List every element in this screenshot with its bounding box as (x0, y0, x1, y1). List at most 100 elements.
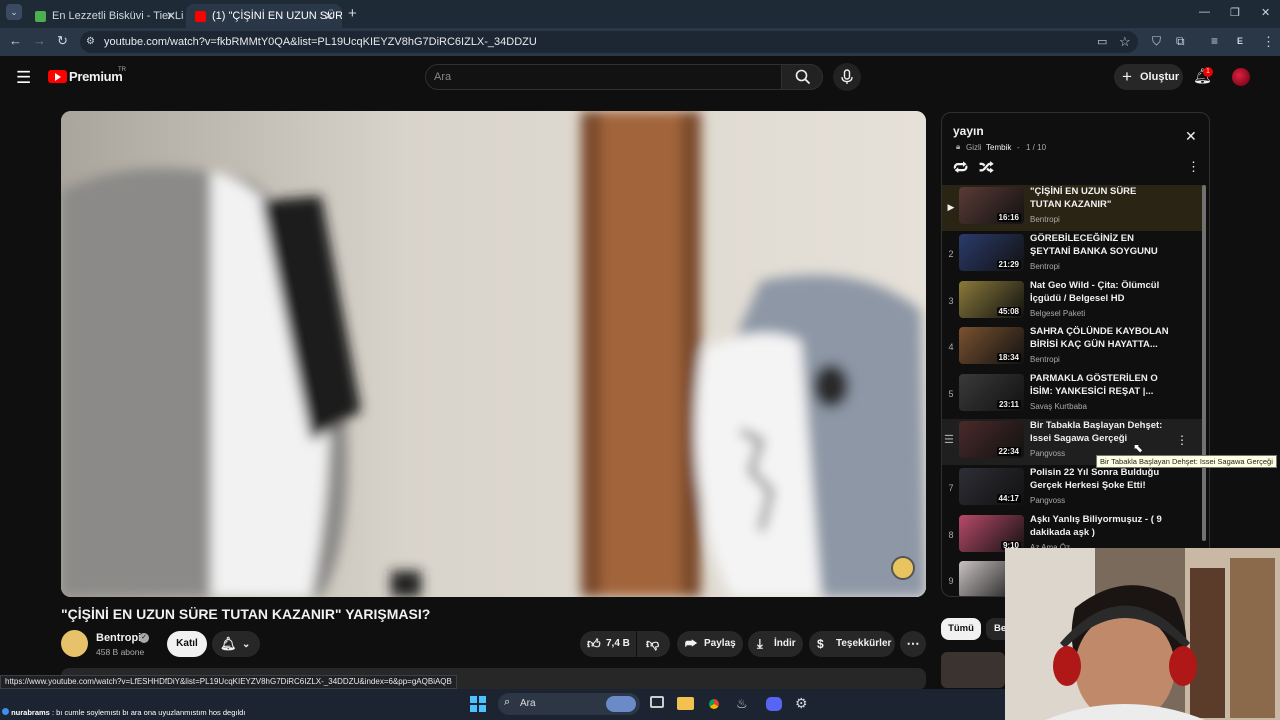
thumbs-down-icon: 👎︎ (646, 636, 660, 651)
create-button[interactable]: + Oluştur (1114, 64, 1183, 90)
playlist-item-title[interactable]: Nat Geo Wild - Çita: Ölümcül İçgüdü / Be… (1030, 279, 1170, 305)
playlist-item-title[interactable]: SAHRA ÇÖLÜNDE KAYBOLAN BİRİSİ KAÇ GÜN HA… (1030, 325, 1170, 351)
playlist-item-thumbnail[interactable]: 21:29 (959, 233, 1024, 271)
playlist-item-title[interactable]: Polisin 22 Yıl Sonra Bulduğu Gerçek Herk… (1030, 466, 1170, 492)
shield-extension-icon[interactable]: ⛉ (1152, 34, 1161, 49)
playlist-owner[interactable]: Tembik (986, 143, 1011, 152)
settings-app-icon[interactable]: ⚙ (795, 695, 808, 712)
verified-check-icon: ✓ (139, 633, 149, 643)
discord-app-icon[interactable] (766, 697, 782, 711)
site-info-icon[interactable]: ⚙ (86, 36, 95, 47)
logo-text[interactable]: Premium (69, 69, 123, 84)
forward-icon[interactable]: → (33, 33, 46, 48)
reload-icon[interactable]: ↻ (57, 33, 68, 49)
channel-name[interactable]: Bentropi (96, 632, 141, 644)
playlist-item[interactable]: 4 18:34 SAHRA ÇÖLÜNDE KAYBOLAN BİRİSİ KAÇ … (942, 325, 1204, 371)
minimize-icon[interactable]: — (1199, 6, 1210, 18)
tab-biskuvi[interactable]: En Lezzetli Bisküvi - Tier List, Kı ✕ (26, 4, 184, 28)
playlist-item-title[interactable]: Bir Tabakla Başlayan Dehşet: Issei Sagaw… (1030, 419, 1170, 445)
taskbar-search[interactable]: ⌕ Ara (498, 693, 640, 715)
share-label: Paylaş (704, 638, 736, 649)
recommendation-thumbnail[interactable] (941, 652, 1005, 688)
youtube-favicon-icon (195, 11, 206, 22)
back-icon[interactable]: ← (9, 33, 22, 48)
playlist-item-thumbnail[interactable]: 45:08 (959, 280, 1024, 318)
playlist-item[interactable]: 7 44:17 Polisin 22 Yıl Sonra Bulduğu Gerçe… (942, 466, 1204, 512)
chat-username: nurabrams (11, 708, 50, 717)
media-control-icon[interactable]: ≡ (1211, 34, 1218, 48)
profile-avatar[interactable]: E (1237, 36, 1243, 46)
task-view-icon[interactable] (650, 696, 664, 708)
window-close-icon[interactable]: ✕ (1261, 6, 1270, 19)
search-button[interactable] (781, 64, 823, 90)
playlist-item-thumbnail[interactable]: 16:16 (959, 187, 1024, 224)
tooltip-text: Bir Tabakla Başlayan Dehşet: Issei Sagaw… (1100, 457, 1273, 466)
restore-icon[interactable]: ❐ (1230, 6, 1240, 19)
taskbar-search-label: Ara (520, 698, 536, 709)
thanks-button[interactable]: $ Teşekkürler (809, 631, 895, 657)
chat-separator: : (51, 708, 55, 717)
browser-menu-icon[interactable]: ⋮ (1262, 34, 1275, 50)
playlist-item-channel: Bentropi (1030, 261, 1060, 271)
start-windows-icon[interactable] (470, 696, 486, 712)
playlist-menu-icon[interactable]: ⋮ (1187, 159, 1200, 175)
account-avatar[interactable] (1232, 68, 1250, 86)
share-button[interactable]: ⮫ Paylaş (677, 631, 743, 657)
playlist-item-title[interactable]: Aşkı Yanlış Biliyormuşuz - ( 9 dakikada … (1030, 513, 1170, 539)
playlist-item-thumbnail[interactable]: 9:10 (959, 514, 1024, 552)
channel-avatar[interactable] (61, 630, 88, 657)
close-tab-icon[interactable]: ✕ (324, 4, 334, 28)
playlist-item-thumbnail[interactable]: 44:17 (959, 467, 1024, 505)
playlist-item-title[interactable]: "ÇİŞİNİ EN UZUN SÜRE TUTAN KAZANIR" YARI… (1030, 185, 1170, 211)
cast-icon[interactable]: ▭ (1097, 35, 1107, 48)
more-actions-button[interactable]: ⋯ (900, 631, 926, 657)
url-text[interactable]: youtube.com/watch?v=fkbRMMtY0QA&list=PL1… (104, 36, 537, 48)
bell-icon: 🔔︎ (220, 636, 237, 651)
new-tab-button[interactable]: + (348, 5, 357, 22)
tab-search-icon[interactable]: ⌄ (6, 4, 22, 20)
item-menu-icon[interactable]: ⋮ (1176, 433, 1188, 447)
shuffle-icon[interactable]: 🔀︎ (979, 157, 994, 179)
playlist-item-title[interactable]: GÖREBİLECEĞİNİZ EN ŞEYTANİ BANKA SOYGUNU (1030, 232, 1170, 258)
playlist-scrollbar[interactable] (1202, 185, 1206, 541)
bookmark-star-icon[interactable]: ☆ (1119, 34, 1131, 50)
playlist-title[interactable]: yayın (953, 124, 984, 138)
loop-icon[interactable]: 🔁︎ (953, 157, 968, 179)
video-frame (61, 111, 926, 597)
join-button[interactable]: Katıl (167, 631, 207, 657)
channel-watermark-icon[interactable] (891, 556, 915, 580)
search-input[interactable]: Ara (425, 64, 782, 90)
like-button[interactable]: 👍︎ 7,4 B (580, 631, 636, 657)
playlist-item[interactable]: 3 45:08 Nat Geo Wild - Çita: Ölümcül İçgüd… (942, 279, 1204, 325)
duration-badge: 18:34 (996, 353, 1021, 363)
mouse-cursor-icon: ⬉ (1133, 441, 1144, 455)
guide-menu-icon[interactable]: ☰ (16, 68, 31, 88)
like-count: 7,4 B (606, 638, 630, 649)
chip-all[interactable]: Tümü (941, 618, 981, 640)
playlist-item-thumbnail[interactable]: 22:34 (959, 421, 1024, 458)
playlist-item-title[interactable]: PARMAKLA GÖSTERİLEN O İSİM: YANKESİCİ RE… (1030, 372, 1170, 398)
tab-title: (1) "ÇİŞİNİ EN UZUN SÜRE TUT (212, 10, 342, 22)
video-player[interactable] (61, 111, 926, 597)
playlist-item[interactable]: 2 21:29 GÖREBİLECEĞİNİZ EN ŞEYTANİ BANKA S… (942, 232, 1204, 278)
close-icon[interactable]: ✕ (1185, 128, 1197, 145)
steam-app-icon[interactable]: ♨ (736, 696, 748, 712)
dislike-button[interactable]: 👎︎ (637, 631, 670, 657)
file-explorer-icon[interactable] (677, 697, 694, 710)
playlist-item-channel: Bentropi (1030, 355, 1060, 365)
download-button[interactable]: ⤓ İndir (748, 631, 803, 657)
extensions-puzzle-icon[interactable]: ⧉ (1176, 34, 1185, 49)
drag-handle-icon[interactable]: ☰ (944, 433, 954, 446)
voice-search-button[interactable] (833, 63, 861, 91)
more-horizontal-icon: ⋯ (906, 636, 920, 651)
chrome-app-icon[interactable] (706, 696, 722, 712)
download-label: İndir (774, 638, 796, 649)
browser-tab-bar: ⌄ En Lezzetli Bisküvi - Tier List, Kı ✕ … (0, 0, 1280, 28)
playlist-item-thumbnail[interactable]: 23:11 (959, 374, 1024, 412)
playlist-item[interactable]: 5 23:11 PARMAKLA GÖSTERİLEN O İSİM: YANKES… (942, 372, 1204, 418)
playlist-item-thumbnail[interactable]: 18:34 (959, 327, 1024, 365)
subscribed-notifications-button[interactable]: 🔔︎ ⌄ (212, 631, 260, 657)
tab-youtube[interactable]: (1) "ÇİŞİNİ EN UZUN SÜRE TUT ✕ (186, 4, 342, 28)
playlist-item[interactable]: ▶ 16:16 "ÇİŞİNİ EN UZUN SÜRE TUTAN KAZANIR… (942, 185, 1204, 231)
close-tab-icon[interactable]: ✕ (166, 4, 176, 28)
